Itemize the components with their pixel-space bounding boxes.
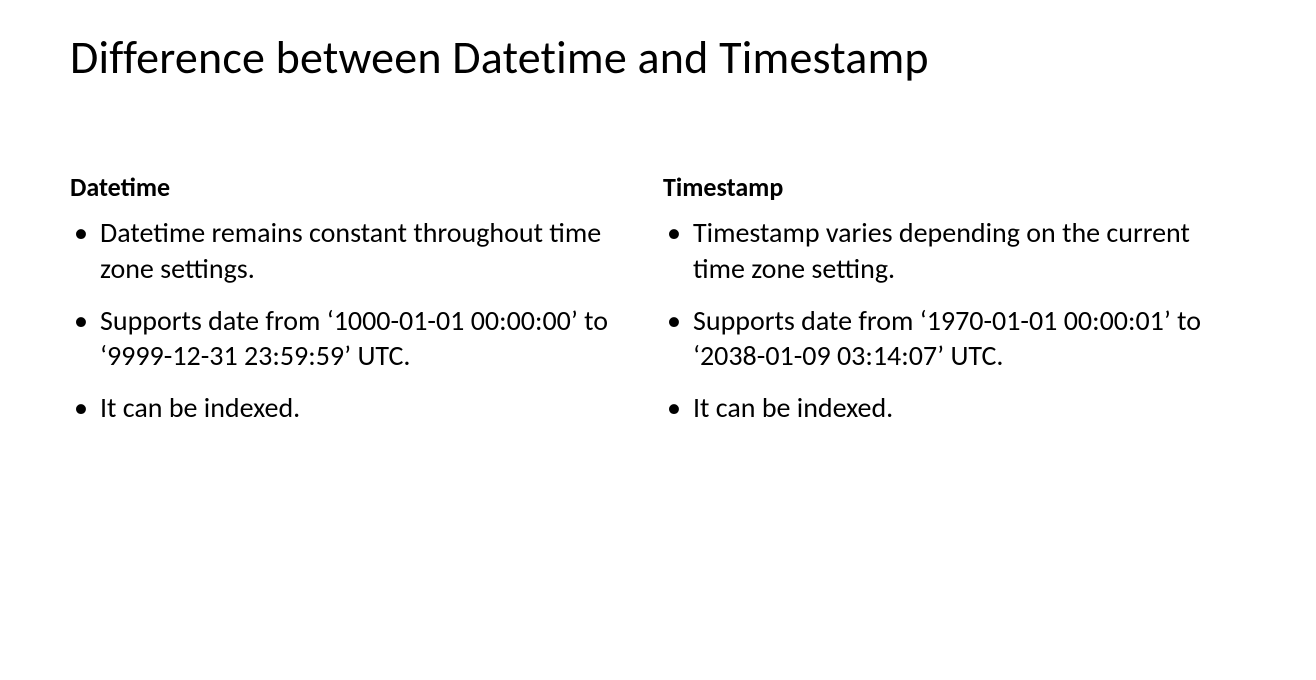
datetime-column: Datetime Datetime remains constant throu… <box>70 171 653 442</box>
list-item: It can be indexed. <box>663 390 1226 426</box>
list-item: Supports date from ‘1000-01-01 00:00:00’… <box>70 303 633 375</box>
timestamp-list: Timestamp varies depending on the curren… <box>663 215 1226 426</box>
timestamp-column: Timestamp Timestamp varies depending on … <box>663 171 1246 442</box>
timestamp-heading: Timestamp <box>663 171 1226 203</box>
list-item: Timestamp varies depending on the curren… <box>663 215 1226 287</box>
datetime-heading: Datetime <box>70 171 633 203</box>
list-item: It can be indexed. <box>70 390 633 426</box>
slide-title: Difference between Datetime and Timestam… <box>70 30 1246 86</box>
datetime-list: Datetime remains constant throughout tim… <box>70 215 633 426</box>
content-columns: Datetime Datetime remains constant throu… <box>70 171 1246 442</box>
list-item: Supports date from ‘1970-01-01 00:00:01’… <box>663 303 1226 375</box>
list-item: Datetime remains constant throughout tim… <box>70 215 633 287</box>
